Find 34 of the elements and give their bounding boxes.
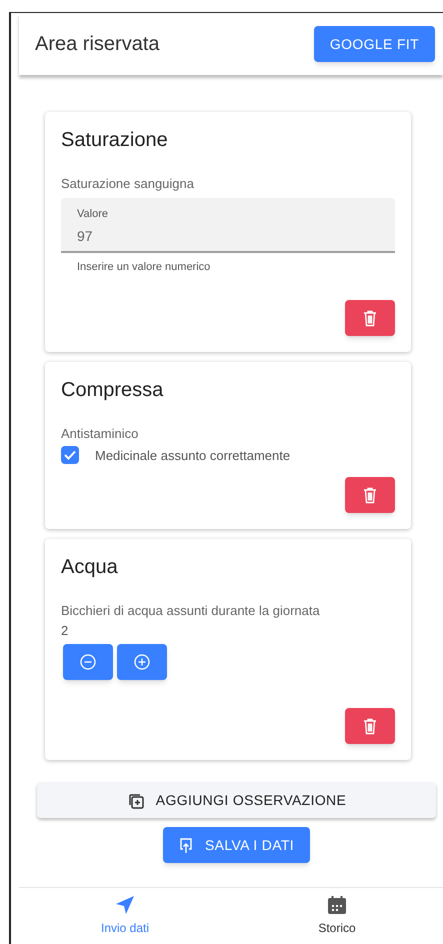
add-observation-button[interactable]: AGGIUNGI OSSERVAZIONE: [37, 782, 436, 818]
minus-circle-icon: [80, 654, 96, 670]
trash-icon: [363, 486, 377, 504]
nav-tab[interactable]: Storico: [231, 888, 443, 944]
increment-button[interactable]: [117, 644, 167, 680]
card-subtitle: Saturazione sanguigna: [61, 175, 195, 193]
trash-icon: [363, 718, 377, 734]
delete-button[interactable]: [345, 477, 395, 513]
delete-button[interactable]: [345, 300, 395, 336]
counter-value: 2: [61, 622, 70, 640]
check-icon: [64, 450, 76, 460]
card-subtitle: Bicchieri di acqua assunti durante la giornata: [61, 602, 321, 620]
checkbox-label: Medicinale assunto correttamente: [95, 446, 290, 464]
add-copy-icon: [126, 792, 144, 808]
google-fit-button[interactable]: GOOGLE FIT: [314, 26, 435, 62]
card-title: Saturazione: [61, 128, 169, 152]
calendar-icon: [327, 895, 347, 915]
page-title: Area riservata: [35, 32, 160, 57]
nav-tab[interactable]: Invio dati: [19, 888, 231, 944]
delete-button[interactable]: [345, 708, 395, 744]
save-button[interactable]: SALVA I DATI: [162, 827, 310, 863]
field-value: 97: [77, 227, 94, 246]
checkbox[interactable]: [61, 446, 79, 464]
card-title: Acqua: [61, 555, 119, 579]
card-title: Compressa: [61, 378, 164, 402]
navigation-arrow-icon: [115, 895, 135, 915]
decrement-button[interactable]: [63, 644, 113, 680]
text-field[interactable]: Valore 97: [61, 198, 395, 252]
card-subtitle: Antistaminico: [61, 425, 140, 443]
plus-circle-icon: [134, 654, 150, 670]
field-label: Valore: [77, 206, 109, 222]
upload-icon: [178, 836, 193, 854]
helper-text: Inserire un valore numerico: [76, 260, 212, 274]
trash-icon: [363, 310, 377, 326]
